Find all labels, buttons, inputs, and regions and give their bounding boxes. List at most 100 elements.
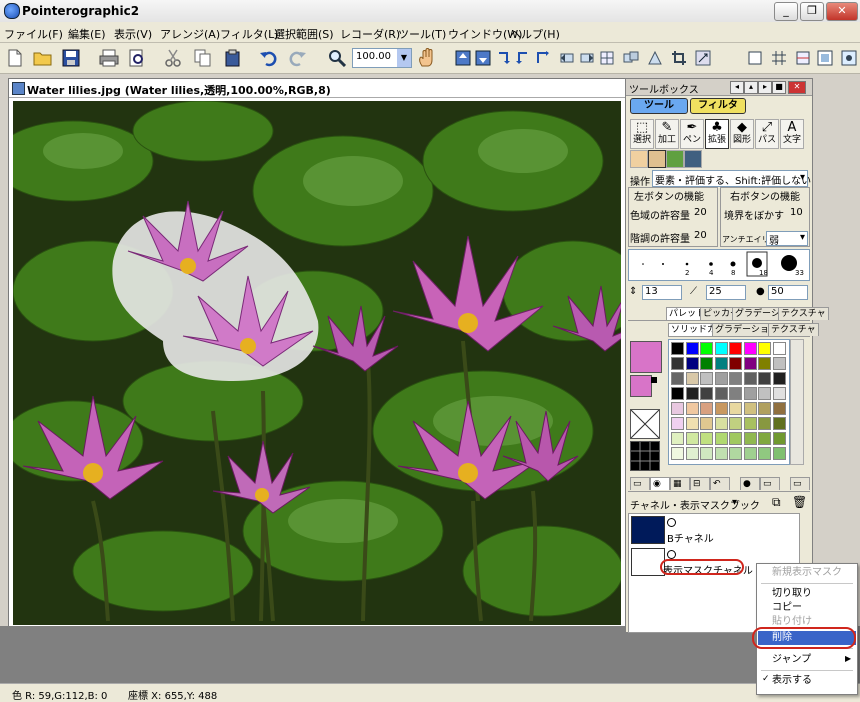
- transform-icon[interactable]: [644, 47, 666, 69]
- menu-arrange[interactable]: アレンジ(A): [160, 26, 220, 42]
- palette-swatch[interactable]: [772, 342, 786, 355]
- channel-item-b[interactable]: Bチャネル: [667, 530, 714, 545]
- copy-icon[interactable]: [192, 47, 214, 69]
- palette-swatch[interactable]: [714, 417, 728, 430]
- minimize-button[interactable]: _: [774, 2, 798, 21]
- zoom-select[interactable]: 100.00 ▼: [352, 48, 412, 68]
- antialias-select[interactable]: 弱 ▾: [766, 231, 808, 247]
- tab-texture[interactable]: テクスチャ: [778, 307, 829, 320]
- palette-swatch[interactable]: [743, 342, 757, 355]
- palette-swatch[interactable]: [729, 417, 742, 430]
- palette-swatch[interactable]: [729, 372, 742, 385]
- ctx-jump[interactable]: ジャンプ: [758, 653, 856, 667]
- image-canvas[interactable]: [13, 101, 621, 625]
- palette-swatch[interactable]: [772, 402, 786, 415]
- color-tolerance-value[interactable]: 20: [694, 207, 707, 218]
- palette-swatch[interactable]: [700, 417, 713, 430]
- sub-tool-tree-icon[interactable]: [666, 150, 684, 168]
- visibility-icon[interactable]: [667, 518, 676, 527]
- foreground-color-swatch[interactable]: [630, 341, 662, 373]
- ctx-show[interactable]: 表示する: [758, 674, 856, 688]
- ctx-new-display-mask[interactable]: 新規表示マスク: [758, 566, 856, 580]
- palette-swatch[interactable]: [772, 447, 786, 460]
- pattern-swatch[interactable]: [630, 441, 660, 471]
- tool-process[interactable]: ✎ 加工: [655, 119, 679, 149]
- operation-select[interactable]: 要素・評価する、Shift:評価しない ▾: [652, 170, 811, 187]
- palette-swatch[interactable]: [743, 447, 757, 460]
- palette-swatch[interactable]: [772, 417, 786, 430]
- size-input[interactable]: 13: [642, 285, 682, 300]
- palette-swatch[interactable]: [743, 357, 757, 370]
- menu-help[interactable]: ヘルプ(H): [510, 26, 560, 42]
- palette-swatch[interactable]: [671, 402, 684, 415]
- redo-icon[interactable]: [286, 47, 308, 69]
- move-right-icon[interactable]: [576, 47, 598, 69]
- new-file-icon[interactable]: [4, 47, 26, 69]
- mask-channel-thumbnail[interactable]: [631, 548, 665, 576]
- palette-swatch[interactable]: [685, 402, 699, 415]
- arrow-left-icon[interactable]: ◂: [730, 81, 744, 94]
- palette-swatch[interactable]: [758, 417, 771, 430]
- palette-swatch[interactable]: [671, 432, 684, 445]
- trash-icon[interactable]: 🗑: [792, 495, 807, 509]
- palette-swatch[interactable]: [685, 432, 699, 445]
- tool-select[interactable]: ⬚ 選択: [630, 119, 654, 149]
- palette-swatch[interactable]: [729, 402, 742, 415]
- sub-tool-face-active-icon[interactable]: [648, 150, 666, 168]
- move-left-icon[interactable]: [556, 47, 578, 69]
- palette-scrollbar[interactable]: [790, 339, 804, 465]
- settings-icon[interactable]: [838, 47, 860, 69]
- palette-swatch[interactable]: [772, 387, 786, 400]
- resize-icon[interactable]: [692, 47, 714, 69]
- rotate-left-icon[interactable]: [492, 47, 514, 69]
- tab-tool[interactable]: ツール: [630, 98, 688, 114]
- close-button[interactable]: ✕: [826, 2, 858, 21]
- new-channel-icon[interactable]: ⧉: [772, 495, 781, 510]
- flip-icon[interactable]: [532, 47, 554, 69]
- subtab-texture[interactable]: テクスチャ: [768, 323, 819, 336]
- palette-swatch[interactable]: [758, 387, 771, 400]
- guide-icon[interactable]: [792, 47, 814, 69]
- palette-swatch[interactable]: [758, 402, 771, 415]
- align-icon[interactable]: [596, 47, 618, 69]
- channel-dropdown[interactable]: チャネル・表示マスクブック: [630, 497, 760, 512]
- menu-file[interactable]: ファイル(F): [4, 26, 63, 42]
- palette-swatch[interactable]: [758, 447, 771, 460]
- palette-swatch[interactable]: [671, 372, 684, 385]
- palette-swatch[interactable]: [758, 372, 771, 385]
- palette-swatch[interactable]: [772, 372, 786, 385]
- palette-swatch[interactable]: [700, 432, 713, 445]
- palette-swatch[interactable]: [772, 432, 786, 445]
- palette-swatch[interactable]: [671, 342, 684, 355]
- palette-swatch[interactable]: [685, 387, 699, 400]
- sub-tool-brush-icon[interactable]: [684, 150, 702, 168]
- tool-extend[interactable]: ♣ 拡張: [705, 119, 729, 149]
- arrange-icon[interactable]: [620, 47, 642, 69]
- palette-swatch[interactable]: [758, 342, 771, 355]
- mask-tab-icon[interactable]: ▦: [670, 477, 690, 490]
- tool-shape[interactable]: ◆ 図形: [730, 119, 754, 149]
- palette-swatch[interactable]: [671, 447, 684, 460]
- palette-swatch[interactable]: [772, 357, 786, 370]
- palette-swatch[interactable]: [714, 447, 728, 460]
- width-input[interactable]: 25: [706, 285, 746, 300]
- canvas-icon[interactable]: [744, 47, 766, 69]
- tool-path[interactable]: ⤢ パス: [755, 119, 779, 149]
- close-icon[interactable]: ✕: [788, 81, 806, 94]
- palette-swatch[interactable]: [671, 387, 684, 400]
- menu-filter[interactable]: フィルタ(L): [220, 26, 279, 42]
- ctx-cut[interactable]: 切り取り: [758, 587, 856, 601]
- palette-swatch[interactable]: [671, 417, 684, 430]
- palette-swatch[interactable]: [700, 387, 713, 400]
- swap-color-icon[interactable]: [651, 377, 657, 383]
- palette-swatch[interactable]: [758, 357, 771, 370]
- toolbox-title-bar[interactable]: ツールボックス ◂ ▴ ▸ ■ ✕: [626, 79, 812, 96]
- paste-icon[interactable]: [222, 47, 244, 69]
- transparent-swatch[interactable]: [630, 409, 660, 439]
- palette-swatch[interactable]: [743, 372, 757, 385]
- palette-swatch[interactable]: [729, 432, 742, 445]
- palette-swatch[interactable]: [714, 387, 728, 400]
- secondary-color-swatch[interactable]: [630, 375, 652, 397]
- arrow-right-icon[interactable]: ▸: [758, 81, 772, 94]
- palette-swatch[interactable]: [758, 432, 771, 445]
